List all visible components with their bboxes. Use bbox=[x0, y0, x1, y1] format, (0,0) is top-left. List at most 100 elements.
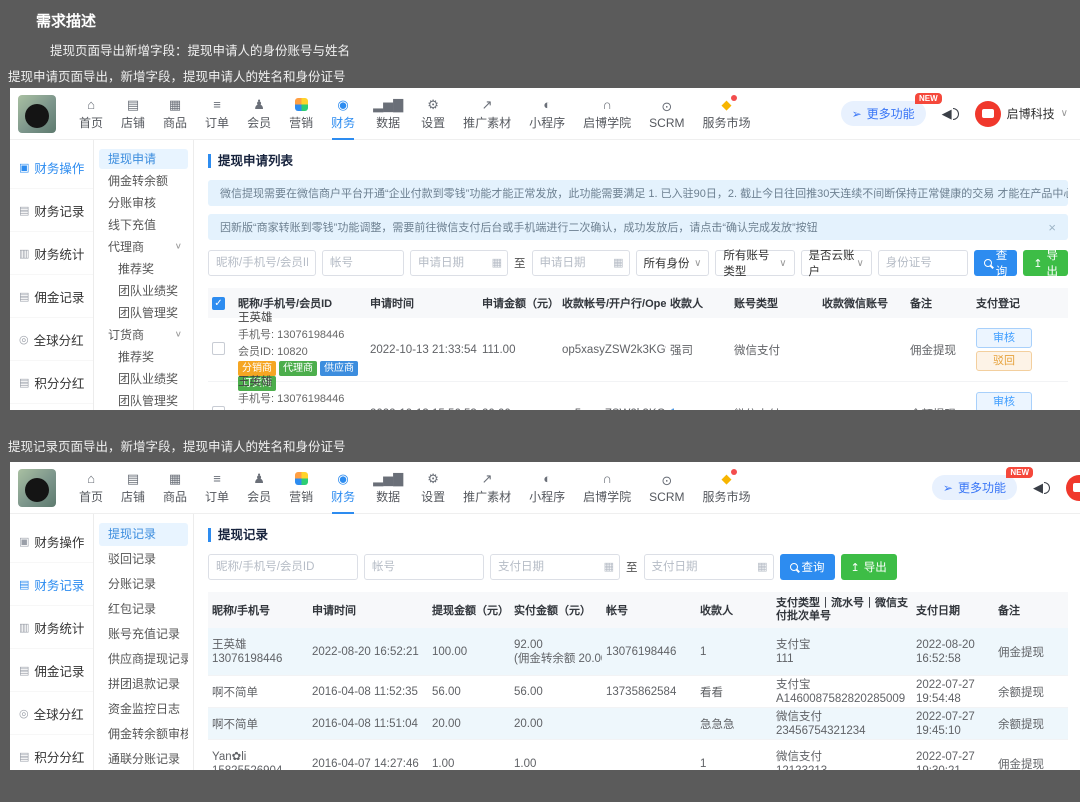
nav-item[interactable]: ◆ 服务市场 bbox=[694, 462, 760, 514]
sidebar-item[interactable]: ▥ 财务统计 bbox=[10, 606, 93, 649]
date-from-field[interactable]: ▦ bbox=[410, 250, 508, 276]
nav-item[interactable]: ▤ 店铺 bbox=[112, 462, 154, 514]
sidebar-item[interactable]: ◎ 全球分红 bbox=[10, 318, 93, 361]
sidebar-item[interactable]: ▤ 佣金记录 bbox=[10, 275, 93, 318]
row-checkbox[interactable] bbox=[212, 341, 225, 355]
submenu-item[interactable]: 提现记录 bbox=[99, 523, 188, 546]
nav-item-label: 数据 bbox=[376, 116, 401, 130]
nav-item[interactable]: ∷ 营销 bbox=[280, 462, 322, 514]
store-avatar[interactable] bbox=[18, 468, 56, 507]
submenu-item[interactable]: 佣金转余额审核 bbox=[99, 723, 188, 746]
submenu-item[interactable]: 资金监控日志 bbox=[99, 698, 188, 721]
account-input[interactable] bbox=[322, 250, 404, 276]
nav-item[interactable]: ∩ 启博学院 bbox=[574, 462, 640, 514]
sidebar-item[interactable]: ▥ 财务统计 bbox=[10, 232, 93, 275]
submenu-item[interactable]: 通联分账记录 bbox=[99, 748, 188, 770]
nav-item[interactable]: ⚙ 设置 bbox=[412, 88, 454, 140]
account-input[interactable] bbox=[364, 554, 484, 580]
submenu-item[interactable]: 分账审核 bbox=[99, 193, 188, 213]
nav-item[interactable]: ▦ 商品 bbox=[154, 88, 196, 140]
query-button[interactable]: 查询 bbox=[973, 250, 1018, 278]
nav-item[interactable]: ≡ 订单 bbox=[196, 88, 238, 140]
submenu-item[interactable]: 驳回记录 bbox=[99, 548, 188, 571]
cloud-account-select[interactable]: 是否云账户 ∨ bbox=[800, 250, 872, 278]
submenu-item[interactable]: 提现申请 bbox=[99, 149, 188, 169]
nav-item[interactable]: ◐ 小程序 bbox=[520, 462, 574, 514]
date-from-field[interactable]: ▦ bbox=[490, 554, 620, 580]
nav-item[interactable]: ∩ 启博学院 bbox=[574, 88, 640, 140]
date-from-input[interactable] bbox=[410, 250, 508, 276]
date-to-input[interactable] bbox=[531, 250, 630, 276]
audit-button[interactable]: 审核 bbox=[976, 328, 1032, 348]
sidebar-item[interactable]: ▤ 财务记录 bbox=[10, 189, 93, 232]
submenu-item[interactable]: 团队管理奖 bbox=[99, 303, 188, 323]
date-to-field[interactable]: ▦ bbox=[531, 250, 630, 276]
nav-item[interactable]: ▤ 店铺 bbox=[112, 88, 154, 140]
keyword-input[interactable] bbox=[208, 250, 316, 276]
nav-item[interactable]: ⌂ 首页 bbox=[70, 88, 112, 140]
submenu-item[interactable]: 订货商 ∨ bbox=[99, 325, 188, 345]
nav-item[interactable]: ◉ 财务 bbox=[322, 88, 364, 140]
nav-item[interactable]: ↗ 推广素材 bbox=[454, 88, 520, 140]
sidebar-item[interactable]: ▤ 积分分红 bbox=[10, 361, 93, 404]
pay-type: 支付宝 bbox=[776, 678, 811, 691]
submenu-item[interactable]: 红包记录 bbox=[99, 598, 188, 621]
account-menu[interactable]: 启博科技 ∨ bbox=[1066, 474, 1080, 501]
export-icon: ↥ bbox=[1033, 257, 1043, 270]
nav-item[interactable]: ♟ 会员 bbox=[238, 88, 280, 140]
submenu-item[interactable]: 拼团退款记录 bbox=[99, 673, 188, 696]
export-button[interactable]: ↥ 导出 bbox=[1023, 250, 1068, 278]
submenu-item[interactable]: 推荐奖 bbox=[99, 347, 188, 367]
more-features-button[interactable]: ➢ 更多功能 NEW bbox=[931, 467, 1033, 500]
nav-item[interactable]: ⚙ 设置 bbox=[412, 462, 454, 514]
select-all-checkbox[interactable]: ✓ bbox=[212, 296, 225, 310]
identity-select[interactable]: 所有身份 ∨ bbox=[635, 250, 710, 276]
sidebar-item[interactable]: ▤ 积分分红 bbox=[10, 735, 93, 770]
date-from-input[interactable] bbox=[490, 554, 620, 580]
account-type-select[interactable]: 所有账号类型 ∨ bbox=[715, 250, 795, 278]
nav-item[interactable]: ◐ 小程序 bbox=[520, 88, 574, 140]
nav-item[interactable]: ⊙ SCRM bbox=[640, 88, 693, 140]
sidebar-item[interactable]: ▤ 财务记录 bbox=[10, 563, 93, 606]
query-button[interactable]: 查询 bbox=[779, 554, 835, 580]
submenu-item[interactable]: 团队业绩奖 bbox=[99, 369, 188, 389]
nav-item[interactable]: ⌂ 首页 bbox=[70, 462, 112, 514]
submenu-item[interactable]: 代理商 ∨ bbox=[99, 237, 188, 257]
submenu-item[interactable]: 推荐奖 bbox=[99, 259, 188, 279]
nav-item[interactable]: ↗ 推广素材 bbox=[454, 462, 520, 514]
nav-item[interactable]: ⊙ SCRM bbox=[640, 462, 693, 514]
reject-button[interactable]: 驳回 bbox=[976, 351, 1032, 371]
submenu-item[interactable]: 分账记录 bbox=[99, 573, 188, 596]
nav-item[interactable]: ≡ 订单 bbox=[196, 462, 238, 514]
submenu-item[interactable]: 团队业绩奖 bbox=[99, 281, 188, 301]
close-icon[interactable]: × bbox=[1048, 220, 1056, 235]
account-menu[interactable]: 启博科技 ∨ bbox=[974, 100, 1068, 127]
nav-item[interactable]: ▂▅▇ 数据 bbox=[364, 462, 412, 514]
more-features-button[interactable]: ➢ 更多功能 NEW bbox=[840, 93, 942, 126]
store-avatar[interactable] bbox=[18, 94, 56, 133]
keyword-input[interactable] bbox=[208, 554, 358, 580]
sidebar-item[interactable]: ▣ 财务操作 bbox=[10, 146, 93, 189]
submenu-item[interactable]: 线下充值 bbox=[99, 215, 188, 235]
audit-button[interactable]: 审核 bbox=[976, 392, 1032, 410]
nav-item[interactable]: ∷ 营销 bbox=[280, 88, 322, 140]
nav-item[interactable]: ◉ 财务 bbox=[322, 462, 364, 514]
idcard-input[interactable] bbox=[877, 250, 968, 276]
submenu-item[interactable]: 供应商提现记录 bbox=[99, 648, 188, 671]
nav-item[interactable]: ♟ 会员 bbox=[238, 462, 280, 514]
nav-item[interactable]: ▦ 商品 bbox=[154, 462, 196, 514]
submenu-item[interactable]: 团队管理奖 bbox=[99, 391, 188, 410]
date-to-input[interactable] bbox=[643, 554, 774, 580]
row-checkbox[interactable] bbox=[212, 405, 225, 410]
announcement-speaker-icon[interactable]: ◀ bbox=[942, 106, 959, 122]
announcement-speaker-icon[interactable]: ◀ bbox=[1033, 480, 1050, 496]
date-to-field[interactable]: ▦ bbox=[643, 554, 774, 580]
sidebar-item[interactable]: ▣ 财务操作 bbox=[10, 520, 93, 563]
submenu-item[interactable]: 账号充值记录 bbox=[99, 623, 188, 646]
submenu-item[interactable]: 佣金转余额 bbox=[99, 171, 188, 191]
sidebar-item[interactable]: ◎ 全球分红 bbox=[10, 692, 93, 735]
nav-item[interactable]: ▂▅▇ 数据 bbox=[364, 88, 412, 140]
sidebar-item[interactable]: ▤ 佣金记录 bbox=[10, 649, 93, 692]
export-button[interactable]: ↥ 导出 bbox=[840, 554, 897, 580]
nav-item[interactable]: ◆ 服务市场 bbox=[694, 88, 760, 140]
